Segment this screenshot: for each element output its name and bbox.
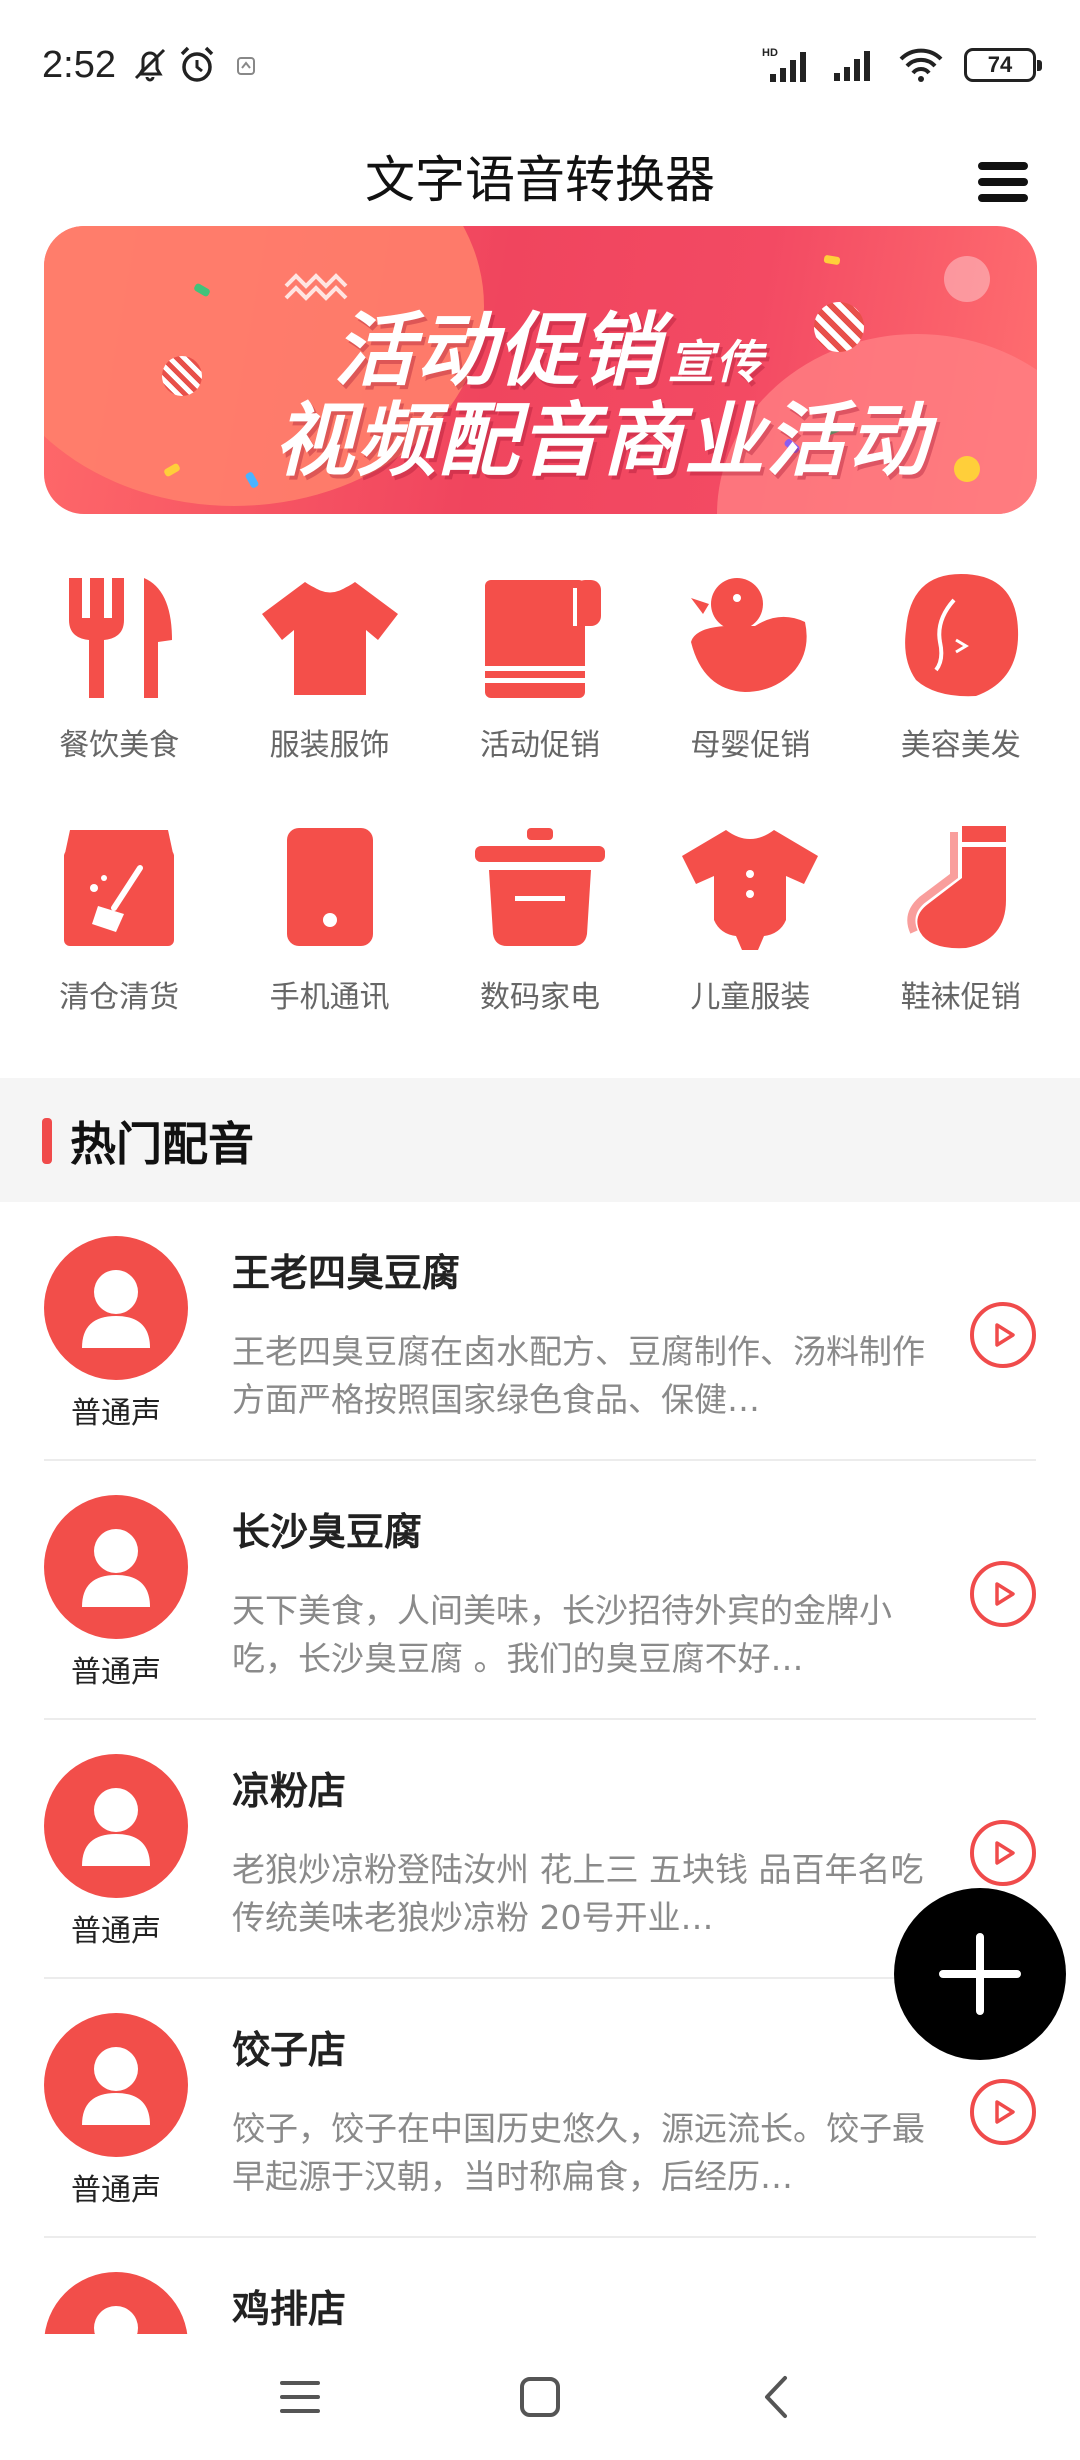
striped-ball-decoration [814,302,864,352]
section-header: 热门配音 [0,1078,1080,1202]
mute-bell-icon [134,48,166,82]
duck-icon [675,560,825,710]
plus-icon [939,1933,1021,2015]
app-header: 文字语音转换器 [0,130,1080,230]
list-item[interactable]: 普通声 凉粉店 老狼炒凉粉登陆汝州 花上三 五块钱 品百年名吃 传统美味老狼炒凉… [44,1720,1036,1979]
signal-icon [834,51,870,81]
pot-icon [465,812,615,962]
category-item[interactable]: 手机通讯 [224,812,434,1016]
voice-type-label: 普通声 [71,1914,161,1949]
item-title: 凉粉店 [232,1769,347,1813]
hamburger-menu-icon[interactable] [978,162,1028,202]
list-item[interactable]: 普通声 饺子店 饺子，饺子在中国历史悠久，源远流长。饺子最早起源于汉朝，当时称扁… [44,1979,1036,2238]
play-icon[interactable] [970,1302,1036,1368]
notification-icon [237,57,255,75]
category-item[interactable]: 鞋袜促销 [856,812,1066,1016]
category-item[interactable]: 数码家电 [435,812,645,1016]
category-label: 清仓清货 [59,980,180,1015]
category-item[interactable]: 服装服饰 [224,560,434,764]
voice-list: 普通声 王老四臭豆腐 王老四臭豆腐在卤水配方、豆腐制作、汤料制作方面严格按照国家… [0,1202,1080,2460]
section-title: 热门配音 [70,1117,254,1171]
wifi-icon [899,48,943,82]
confetti-decoration [823,254,841,266]
category-item[interactable]: 母婴促销 [645,560,855,764]
add-button[interactable] [894,1888,1066,2060]
menu-icon[interactable] [265,2362,335,2432]
category-label: 母婴促销 [690,728,811,763]
avatar [44,2013,188,2157]
list-item[interactable]: 普通声 长沙臭豆腐 天下美食，人间美味，长沙招待外宾的金牌小吃，长沙臭豆腐 。我… [44,1461,1036,1720]
play-icon[interactable] [970,2079,1036,2145]
fork-knife-icon [44,560,194,710]
striped-ball-decoration [162,356,202,396]
play-icon[interactable] [970,1561,1036,1627]
category-label: 手机通讯 [269,980,390,1015]
item-title: 鸡排店 [232,2287,347,2331]
svg-text:HD: HD [762,47,778,59]
category-label: 鞋袜促销 [900,980,1021,1015]
category-item[interactable]: 活动促销 [435,560,645,764]
category-label: 美容美发 [900,728,1021,763]
box-broom-icon [44,812,194,962]
voice-type-label: 普通声 [71,1396,161,1431]
category-label: 数码家电 [479,980,600,1015]
promo-banner[interactable]: 活动促销 宣传 视频配音商业活动 [44,226,1037,514]
category-item[interactable]: 儿童服装 [645,812,855,1016]
back-icon[interactable] [742,2362,812,2432]
tshirt-icon [255,560,405,710]
yellow-dot-decoration [954,456,980,482]
category-item[interactable]: 清仓清货 [14,812,224,1016]
list-item[interactable]: 普通声 王老四臭豆腐 王老四臭豆腐在卤水配方、豆腐制作、汤料制作方面严格按照国家… [44,1202,1036,1461]
item-description: 饺子，饺子在中国历史悠久，源远流长。饺子最早起源于汉朝，当时称扁食，后经历… [232,2109,925,2196]
category-label: 活动促销 [479,728,600,763]
item-title: 王老四臭豆腐 [232,1251,461,1295]
section-accent-bar [42,1118,52,1164]
category-label: 服装服饰 [269,728,390,763]
status-time: 2:52 [42,44,116,86]
system-nav-bar [0,2334,1080,2460]
avatar [44,1754,188,1898]
phone-icon [255,812,405,962]
towel-icon [465,560,615,710]
home-square-icon[interactable] [505,2362,575,2432]
bubble-decoration [944,256,990,302]
item-title: 长沙臭豆腐 [232,1510,423,1554]
woman-hair-icon [886,560,1036,710]
sock-icon [886,812,1036,962]
battery-icon: 74 [964,48,1042,82]
play-icon[interactable] [970,1820,1036,1886]
category-label: 餐饮美食 [59,728,180,763]
item-description: 老狼炒凉粉登陆汝州 花上三 五块钱 品百年名吃 传统美味老狼炒凉粉 20号开业… [232,1850,924,1937]
voice-type-label: 普通声 [71,2173,161,2208]
item-title: 饺子店 [232,2028,347,2072]
page-title: 文字语音转换器 [365,151,715,209]
alarm-icon [180,46,214,82]
category-item[interactable]: 餐饮美食 [14,560,224,764]
avatar [44,1236,188,1380]
battery-level: 74 [987,52,1013,77]
item-description: 王老四臭豆腐在卤水配方、豆腐制作、汤料制作方面严格按照国家绿色食品、保健… [232,1332,925,1419]
category-item[interactable]: 美容美发 [856,560,1066,764]
item-description: 天下美食，人间美味，长沙招待外宾的金牌小吃，长沙臭豆腐 。我们的臭豆腐不好… [232,1591,892,1678]
voice-type-label: 普通声 [71,1655,161,1690]
category-grid: 餐饮美食 服装服饰 活动促销 母婴促销 美容美发 清仓清货 手机通讯 数码家电 … [14,560,1066,1016]
status-bar: 2:52 HD 74 [0,0,1080,130]
category-label: 儿童服装 [690,980,811,1015]
avatar [44,1495,188,1639]
baby-onesie-icon [675,812,825,962]
hd-signal-icon: HD [762,47,806,82]
banner-subheadline: 视频配音商业活动 [274,394,930,487]
